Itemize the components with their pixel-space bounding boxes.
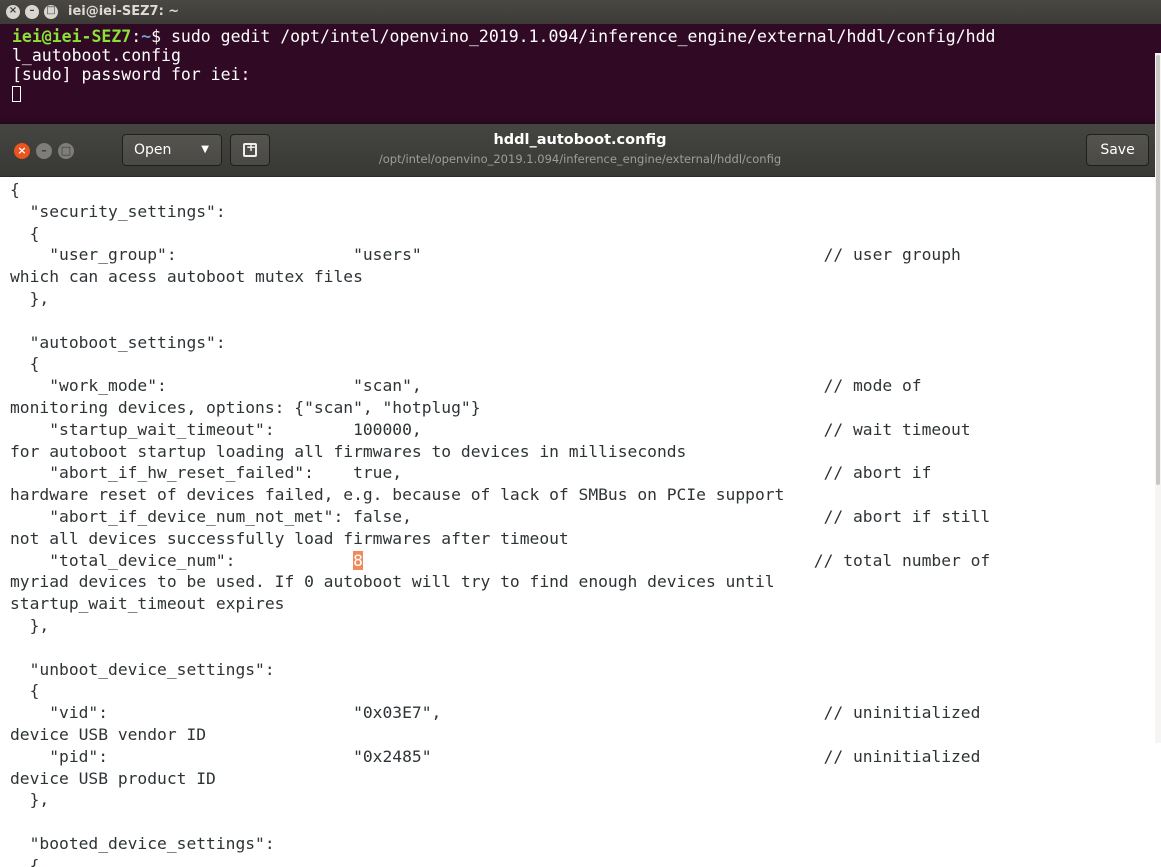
code-line: }, [10,288,50,308]
prompt-user: iei@iei-SEZ7 [12,27,132,46]
gedit-close-button[interactable]: × [14,143,30,159]
text-editor[interactable]: { "security_settings": { "user_group": "… [0,177,1155,867]
gedit-minimize-button[interactable]: – [36,143,52,159]
prompt-path: ~ [141,27,152,46]
terminal-minimize-button[interactable]: – [25,5,39,19]
code-line: "autoboot_settings": [10,332,226,352]
code-line: hardware reset of devices failed, e.g. b… [10,485,785,505]
code-line-comment: // total number of [362,550,991,570]
terminal-titlebar: × – □ iei@iei-SEZ7: ~ [0,0,1161,24]
code-line: "pid": "0x2485" // uninitialized [10,746,981,766]
code-line: device USB vendor ID [10,724,207,744]
terminal-cursor [12,86,21,102]
code-line: not all devices successfully load firmwa… [10,528,569,548]
chevron-down-icon: ▼ [201,144,209,155]
code-line: { [10,180,20,199]
minimize-icon: – [41,144,47,157]
code-line: }, [10,790,50,810]
terminal-output[interactable]: iei@iei-SEZ7:~$ sudo gedit /opt/intel/op… [12,27,1152,103]
gedit-window[interactable]: × – □ Open ▼ hddl_autoboot.config /opt/in… [0,124,1161,867]
new-tab-icon [243,140,257,157]
code-line: myriad devices to be used. If 0 autoboot… [10,572,775,592]
cursor-highlight: 8 [353,550,363,570]
code-line: { [10,354,40,374]
code-line: "vid": "0x03E7", // uninitialized [10,703,981,723]
code-line: for autoboot startup loading all firmwar… [10,441,687,461]
code-line: "work_mode": "scan", // mode of [10,376,922,396]
gedit-headerbar: × – □ Open ▼ hddl_autoboot.config /opt/in… [0,124,1161,177]
code-line: "abort_if_hw_reset_failed": true, // abo… [10,463,932,483]
code-line: { [10,855,40,867]
code-line: }, [10,615,50,635]
scrollbar-thumb[interactable] [1156,55,1160,485]
code-line: "security_settings": [10,201,226,221]
code-line: which can acess autoboot mutex files [10,267,363,287]
code-line: monitoring devices, options: {"scan", "h… [10,397,481,417]
code-line: "startup_wait_timeout": 100000, // wait … [10,419,971,439]
document-title: hddl_autoboot.config [493,132,667,148]
close-icon: × [17,144,27,157]
terminal-maximize-button[interactable]: □ [44,5,58,19]
gedit-maximize-button[interactable]: □ [58,143,74,159]
code-line: { [10,223,40,243]
code-line: startup_wait_timeout expires [10,594,285,614]
code-text[interactable]: { "security_settings": { "user_group": "… [10,179,990,867]
code-line: { [10,681,40,701]
prompt-separator: : [131,27,142,46]
command-line-1: sudo gedit /opt/intel/openvino_2019.1.09… [161,27,996,46]
open-label: Open [134,142,172,158]
code-line: "total_device_num": [10,550,354,570]
close-icon: × [8,5,18,16]
editor-scrollbar[interactable] [1155,53,1161,743]
minimize-icon: – [29,5,35,16]
command-line-2: l_autoboot.config [12,46,181,65]
code-line: "booted_device_settings": [10,833,275,853]
document-path: /opt/intel/openvino_2019.1.094/inference… [378,152,782,166]
code-line: "unboot_device_settings": [10,659,275,679]
code-line: "abort_if_device_num_not_met": false, //… [10,506,991,526]
terminal-close-button[interactable]: × [6,5,20,19]
sudo-password-prompt: [sudo] password for iei: [12,65,251,84]
new-tab-button[interactable] [230,134,270,166]
prompt-symbol: $ [151,27,162,46]
maximize-icon: □ [60,144,72,157]
open-button[interactable]: Open ▼ [122,134,222,166]
terminal-title: iei@iei-SEZ7: ~ [68,4,180,19]
save-button[interactable]: Save [1086,134,1149,166]
code-line: device USB product ID [10,768,216,788]
code-line: "user_group": "users" // user grouph [10,245,961,265]
maximize-icon: □ [46,5,56,16]
